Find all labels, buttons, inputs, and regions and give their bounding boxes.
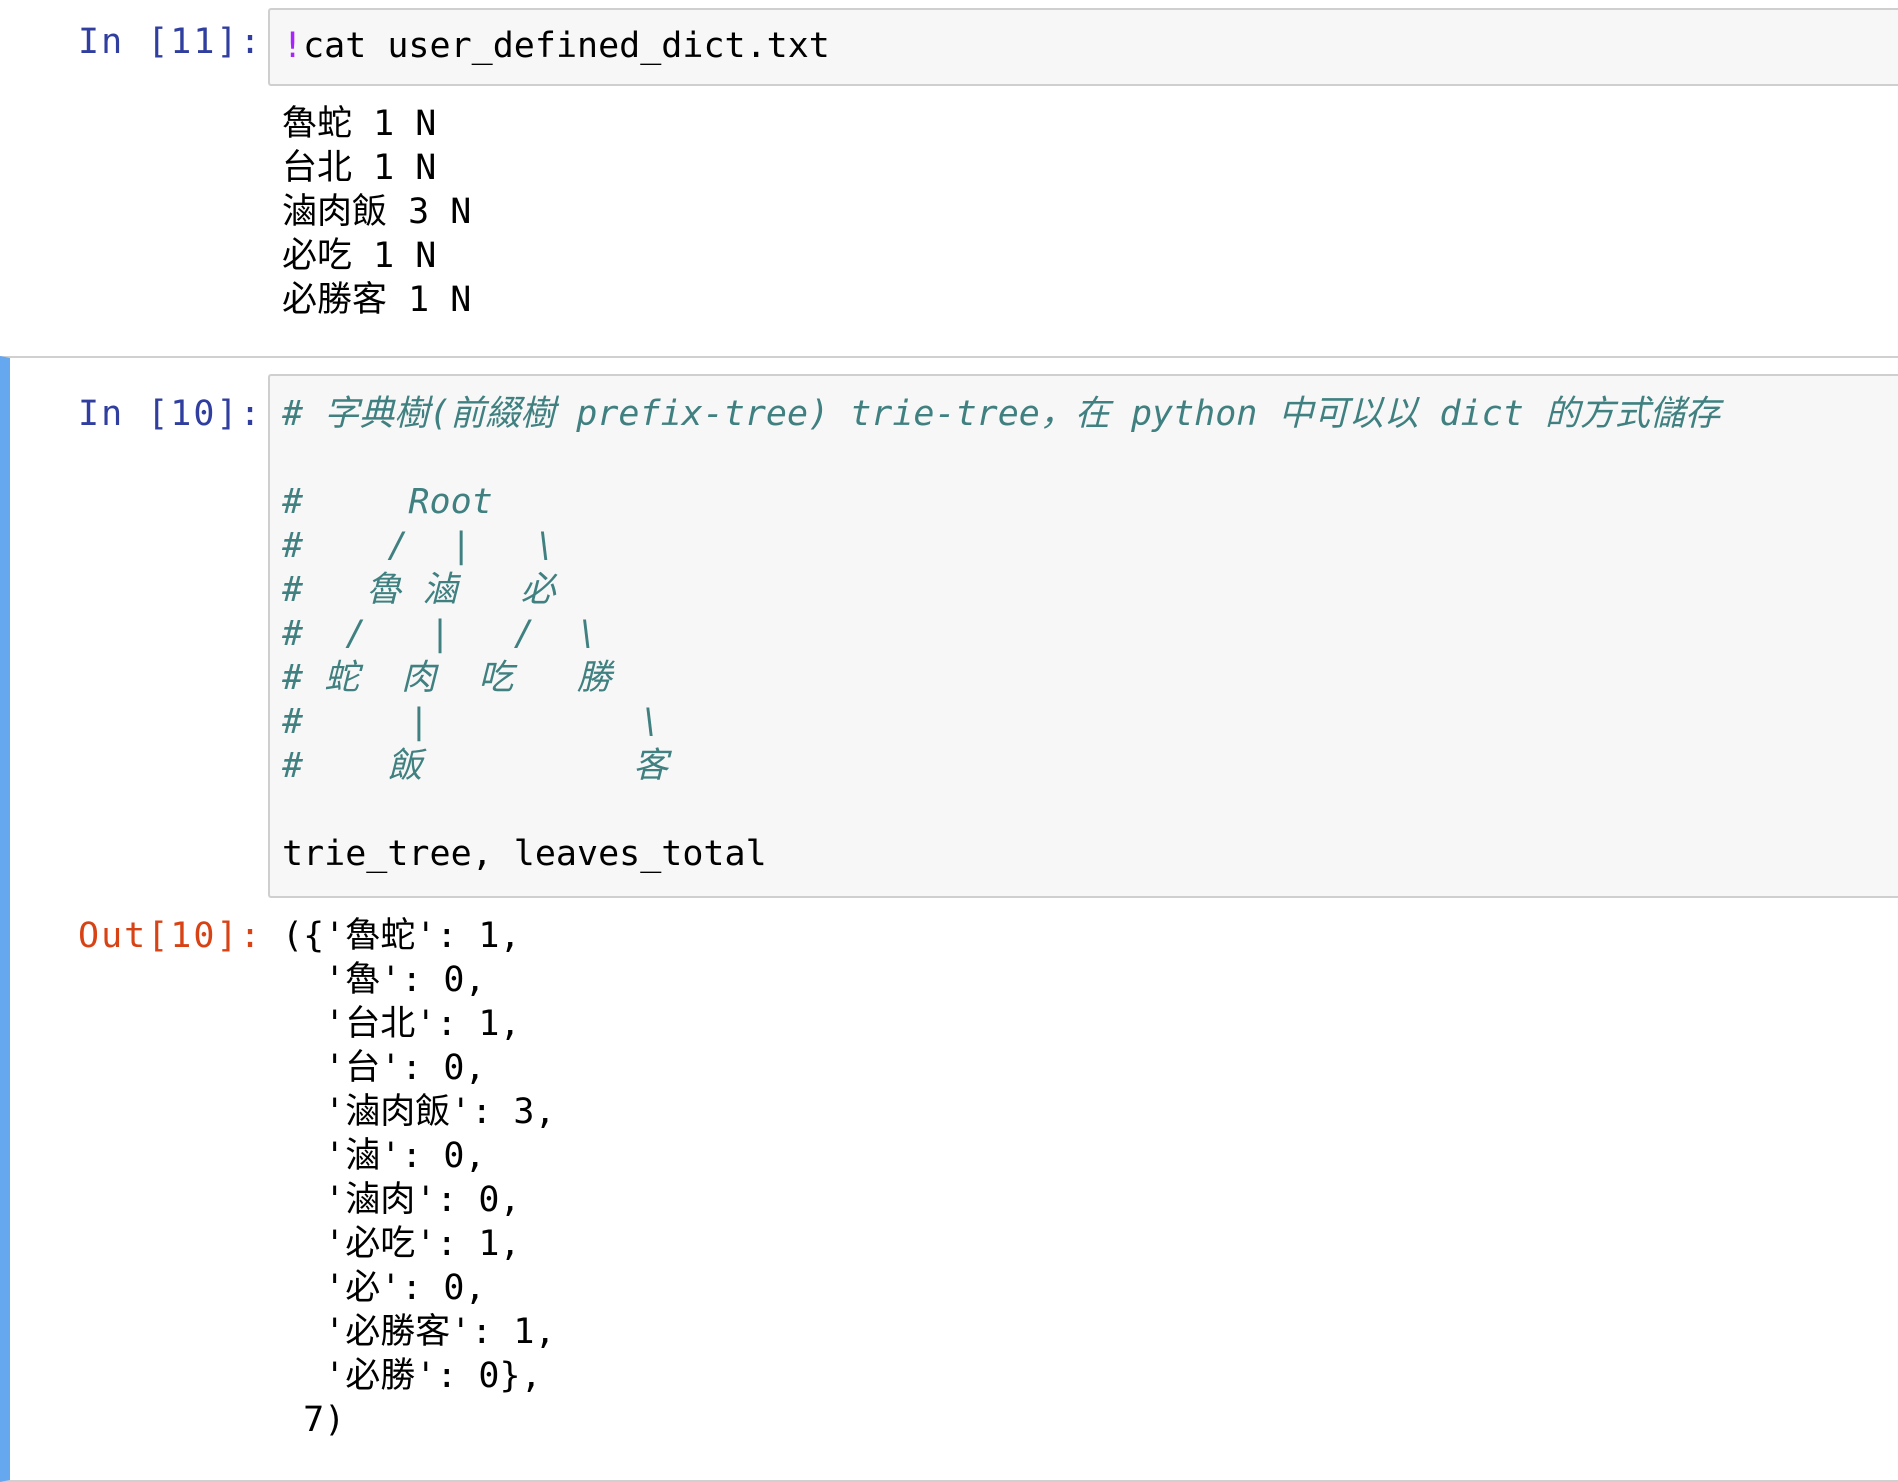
output-line: '滷肉': 0, [282,1180,521,1220]
output-line: '台北': 1, [282,1004,521,1044]
output-line: 滷肉飯 3 N [282,192,472,232]
output-line: '滷肉飯': 3, [282,1092,556,1132]
output-line: 7) [282,1400,346,1440]
code-cell-10[interactable]: In [10]: # 字典樹(前綴樹 prefix-tree) trie-tre… [0,356,1898,1482]
code-expression-line: trie_tree, leaves_total [282,834,767,874]
code-input-area[interactable]: !cat user_defined_dict.txt [268,8,1898,86]
code-cell-11[interactable]: In [11]: !cat user_defined_dict.txt 魯蛇 1… [0,0,1898,320]
output-line: '必勝': 0}, [282,1356,542,1396]
output-line: '必勝客': 1, [282,1312,556,1352]
output-line: 魯蛇 1 N [282,104,437,144]
code-comment-line: # / | \ [282,526,556,566]
code-comment-line: # 飯 客 [282,746,669,786]
output-line: '必': 0, [282,1268,486,1308]
output-line: '魯': 0, [282,960,486,1000]
output-line: 必勝客 1 N [282,280,472,320]
output-line: '必吃': 1, [282,1224,521,1264]
output-line: 台北 1 N [282,148,437,188]
code-comment-line: # Root [282,482,493,522]
input-prompt: In [11]: [78,22,263,62]
input-prompt: In [10]: [78,394,263,434]
shell-magic-symbol: ! [282,26,304,66]
code-comment-line: # 字典樹(前綴樹 prefix-tree) trie-tree，在 pytho… [282,394,1720,434]
output-line: '台': 0, [282,1048,486,1088]
output-prompt: Out[10]: [78,916,263,956]
code-comment-line: # 魯 滷 必 [282,570,556,610]
code-input-area[interactable]: # 字典樹(前綴樹 prefix-tree) trie-tree，在 pytho… [268,374,1898,898]
output-line: ({'魯蛇': 1, [282,916,521,956]
output-line: '滷': 0, [282,1136,486,1176]
shell-command: cat user_defined_dict.txt [303,26,830,66]
code-comment-line: # 蛇 肉 吃 勝 [282,658,612,698]
code-comment-line: # / | / \ [282,614,599,654]
code-comment-line: # | \ [282,702,662,742]
code-line: !cat user_defined_dict.txt [282,24,830,68]
output-line: 必吃 1 N [282,236,437,276]
